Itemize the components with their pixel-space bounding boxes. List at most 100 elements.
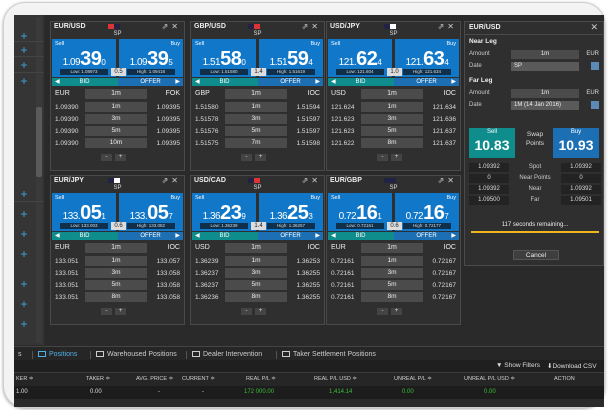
ladder-bid[interactable]: 1.09390 xyxy=(55,116,79,123)
cancel-button[interactable]: Cancel xyxy=(513,250,559,260)
far-date-input[interactable]: 1M (14 Jan 2016) xyxy=(511,101,579,110)
minus-button[interactable]: - xyxy=(101,154,112,161)
sell-button[interactable]: Sell 133.051 Low: 133.003 xyxy=(52,193,116,231)
time-in-force[interactable]: IOC xyxy=(444,244,456,251)
sell-button[interactable]: Sell 1.51580 Low: 1.51580 xyxy=(192,39,256,77)
ladder-amount[interactable]: 1m xyxy=(225,256,287,266)
ladder-ask[interactable]: 1.36255 xyxy=(297,294,321,301)
calendar-icon[interactable] xyxy=(591,62,599,70)
ladder-amount[interactable]: 3m xyxy=(361,268,423,278)
ladder-amount[interactable]: 10m xyxy=(85,138,147,148)
bid-button[interactable]: BID xyxy=(192,78,257,86)
dealt-currency[interactable]: EUR xyxy=(331,244,346,251)
ladder-amount[interactable]: 1m xyxy=(85,102,147,112)
ladder-bid[interactable]: 1.36237 xyxy=(195,270,219,277)
ladder-amount[interactable]: 3m xyxy=(225,268,287,278)
offer-button[interactable]: OFFER xyxy=(258,232,323,240)
amount-input[interactable]: 1m xyxy=(225,89,287,99)
add-icon[interactable]: + xyxy=(17,58,31,72)
ladder-bid[interactable]: 121.622 xyxy=(331,140,355,147)
minus-button[interactable]: - xyxy=(377,154,388,161)
buy-button[interactable]: Buy 1.36253 High: 1.36257 xyxy=(259,193,323,231)
ladder-amount[interactable]: 3m xyxy=(225,114,287,124)
ladder-amount[interactable]: 5m xyxy=(361,126,423,136)
add-icon[interactable]: + xyxy=(17,227,31,241)
ladder-bid[interactable]: 1.51575 xyxy=(195,140,219,147)
ladder-ask[interactable]: 0.72167 xyxy=(433,282,457,289)
ladder-bid[interactable]: 1.51580 xyxy=(195,104,219,111)
amount-input[interactable]: 1m xyxy=(225,243,287,253)
column-header[interactable]: CURRENT ≑ xyxy=(182,376,215,382)
time-in-force[interactable]: FOK xyxy=(166,90,180,97)
minus-button[interactable]: - xyxy=(241,308,252,315)
popout-icon[interactable]: ⇗ xyxy=(302,22,312,31)
ladder-amount[interactable]: 8m xyxy=(85,292,147,302)
arrow-left-icon[interactable]: ◀ xyxy=(55,232,60,240)
add-icon[interactable]: + xyxy=(17,187,31,201)
ladder-bid[interactable]: 121.624 xyxy=(331,104,355,111)
offer-button[interactable]: OFFER xyxy=(258,78,323,86)
time-in-force[interactable]: IOC xyxy=(308,90,320,97)
arrow-right-icon[interactable]: ▶ xyxy=(451,232,456,240)
tab-warehoused-positions[interactable]: Warehoused Positions xyxy=(96,349,177,360)
ladder-amount[interactable]: 5m xyxy=(225,280,287,290)
sidebar-scrollbar[interactable] xyxy=(36,17,42,343)
amount-input[interactable]: 1m xyxy=(361,243,423,253)
arrow-left-icon[interactable]: ◀ xyxy=(331,232,336,240)
column-header[interactable]: UNREAL P/L ≑ xyxy=(394,376,432,382)
ladder-bid[interactable]: 0.72161 xyxy=(331,258,355,265)
ladder-ask[interactable]: 1.51598 xyxy=(297,140,321,147)
ladder-amount[interactable]: 8m xyxy=(361,292,423,302)
ladder-ask[interactable]: 121.634 xyxy=(433,104,457,111)
sell-button[interactable]: Sell 121.624 Low: 121.604 xyxy=(328,39,392,77)
ladder-ask[interactable]: 1.36255 xyxy=(297,270,321,277)
sell-button[interactable]: Sell 0.72161 Low: 0.72161 xyxy=(328,193,392,231)
ladder-ask[interactable]: 133.058 xyxy=(157,270,181,277)
bid-button[interactable]: BID xyxy=(192,232,257,240)
show-filters-button[interactable]: ▼ Show Filters xyxy=(496,362,540,369)
ladder-ask[interactable]: 133.058 xyxy=(157,294,181,301)
bid-button[interactable]: BID xyxy=(328,78,393,86)
near-amount-input[interactable]: 1m xyxy=(511,50,579,59)
column-header[interactable]: UNREAL P/L USD ≑ xyxy=(464,376,515,382)
ladder-amount[interactable]: 5m xyxy=(361,280,423,290)
plus-button[interactable]: + xyxy=(255,308,266,315)
ladder-bid[interactable]: 133.051 xyxy=(55,258,79,265)
dealt-currency[interactable]: EUR xyxy=(55,90,70,97)
close-icon[interactable]: ✕ xyxy=(590,22,598,33)
column-header[interactable]: TAKER ≑ xyxy=(86,376,110,382)
swap-buy-button[interactable]: Buy 10.93 xyxy=(553,128,599,158)
ladder-bid[interactable]: 1.36239 xyxy=(195,258,219,265)
ladder-bid[interactable]: 1.36236 xyxy=(195,294,219,301)
arrow-left-icon[interactable]: ◀ xyxy=(195,232,200,240)
amount-input[interactable]: 1m xyxy=(85,89,147,99)
add-icon[interactable]: + xyxy=(17,277,31,291)
plus-button[interactable]: + xyxy=(391,308,402,315)
swap-sell-button[interactable]: Sell 10.83 xyxy=(469,128,515,158)
popout-icon[interactable]: ⇗ xyxy=(162,176,172,185)
offer-button[interactable]: OFFER xyxy=(394,232,459,240)
dealt-currency[interactable]: EUR xyxy=(55,244,70,251)
ladder-bid[interactable]: 1.09390 xyxy=(55,104,79,111)
add-icon[interactable]: + xyxy=(17,74,31,88)
amount-input[interactable]: 1m xyxy=(361,89,423,99)
arrow-right-icon[interactable]: ▶ xyxy=(315,232,320,240)
sidebar-scroll-thumb[interactable] xyxy=(36,107,42,177)
close-icon[interactable]: ✕ xyxy=(311,176,321,185)
plus-button[interactable]: + xyxy=(255,154,266,161)
minus-button[interactable]: - xyxy=(377,308,388,315)
ladder-ask[interactable]: 121.636 xyxy=(433,116,457,123)
ladder-ask[interactable]: 1.09395 xyxy=(157,140,181,147)
close-icon[interactable]: ✕ xyxy=(171,176,181,185)
tab-dealer-intervention[interactable]: Dealer Intervention xyxy=(192,349,262,360)
ladder-bid[interactable]: 121.623 xyxy=(331,128,355,135)
ladder-ask[interactable]: 1.36253 xyxy=(297,258,321,265)
ladder-ask[interactable]: 1.09395 xyxy=(157,128,181,135)
ladder-ask[interactable]: 1.51594 xyxy=(297,104,321,111)
ladder-ask[interactable]: 1.09395 xyxy=(157,116,181,123)
add-icon[interactable]: + xyxy=(17,317,31,331)
add-icon[interactable]: + xyxy=(17,207,31,221)
ladder-bid[interactable]: 133.051 xyxy=(55,270,79,277)
buy-button[interactable]: Buy 121.634 High: 121.634 xyxy=(395,39,459,77)
bid-button[interactable]: BID xyxy=(52,232,117,240)
